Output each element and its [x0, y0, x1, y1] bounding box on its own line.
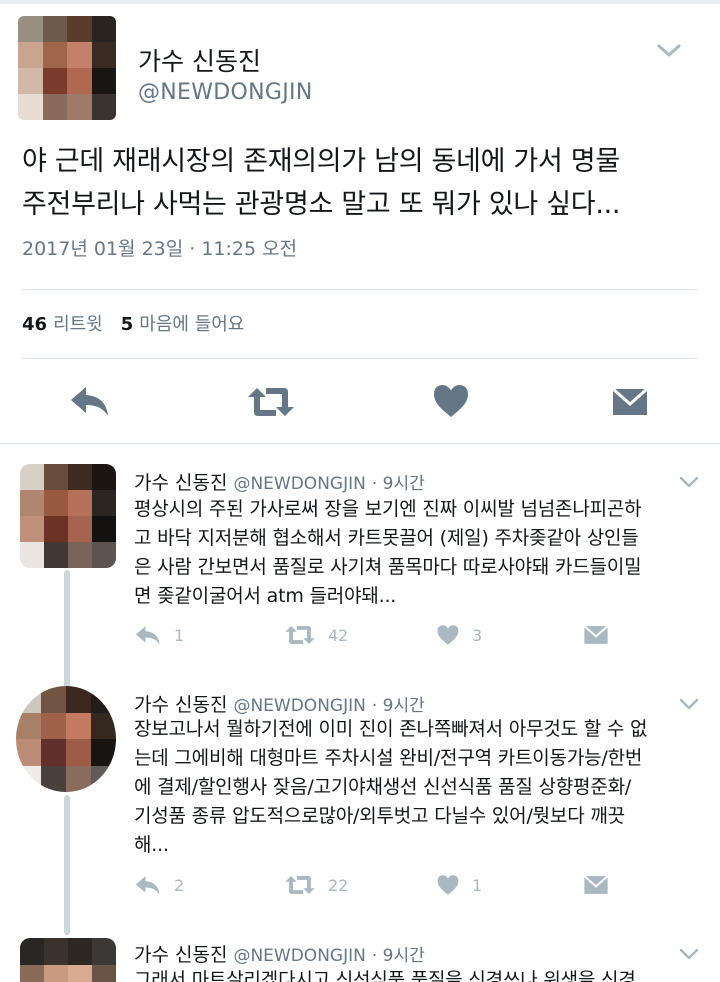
- reply-text: 평상시의 주된 가사로써 장을 보기엔 진짜 이씨발 넘넘존나피곤하 고 바닥 …: [134, 495, 704, 611]
- envelope-icon[interactable]: [583, 624, 609, 646]
- reply-author[interactable]: 가수 신동진 @NEWDONGJIN · 9시간: [134, 940, 425, 967]
- avatar[interactable]: [20, 464, 116, 568]
- like-label[interactable]: 마음에 들어요: [139, 314, 244, 335]
- reply-text: 장보고나서 뭘하기전에 이미 진이 존나쪽빠져서 아무것도 할 수 없 는데 그…: [134, 715, 704, 860]
- tweet-detail-view: 가수 신동진 @NEWDONGJIN 야 근데 재래시장의 존재의의가 남의 동…: [0, 0, 720, 982]
- divider: [0, 443, 720, 444]
- reply-count: 1: [174, 625, 185, 645]
- reply-text-line: 기성품 종류 압도적으로많아/외투벗고 다닐수 있어/뭣보다 깨끗: [134, 805, 625, 827]
- reply-text-line: 해...: [134, 834, 169, 856]
- like-count[interactable]: 5: [121, 314, 134, 335]
- author-name[interactable]: 가수 신동진: [134, 694, 227, 716]
- chevron-down-icon[interactable]: [678, 946, 700, 962]
- top-divider: [0, 0, 720, 4]
- avatar[interactable]: [18, 16, 116, 120]
- heart-icon[interactable]: [436, 874, 460, 896]
- retweet-count: 42: [328, 625, 349, 645]
- reply-text-line: 평상시의 주된 가사로써 장을 보기엔 진짜 이씨발 넘넘존나피곤하: [134, 498, 642, 520]
- retweet-label[interactable]: 리트윗: [53, 314, 103, 335]
- divider: [22, 289, 698, 290]
- retweet-icon[interactable]: [284, 624, 316, 646]
- author-name[interactable]: 가수 신동진: [134, 944, 227, 966]
- reply-author[interactable]: 가수 신동진 @NEWDONGJIN · 9시간: [134, 690, 425, 717]
- reply-action[interactable]: 1: [134, 624, 184, 646]
- reply-arrow-icon[interactable]: [134, 624, 162, 646]
- heart-icon[interactable]: [436, 624, 460, 646]
- like-action[interactable]: 3: [436, 624, 482, 646]
- reply-time: · 9시간: [371, 474, 425, 494]
- author-handle[interactable]: @NEWDONGJIN: [138, 80, 313, 105]
- chevron-down-icon[interactable]: [656, 40, 682, 60]
- like-count: 3: [472, 625, 483, 645]
- reply-count: 2: [174, 875, 185, 895]
- retweet-count[interactable]: 46: [22, 314, 47, 335]
- like-count: 1: [472, 875, 483, 895]
- author-handle[interactable]: @NEWDONGJIN: [233, 696, 365, 716]
- engagement-counts: 46 리트윗 5 마음에 들어요: [22, 310, 244, 336]
- tweet-text-line: 주전부리나 사먹는 관광명소 말고 또 뭐가 있나 싶다...: [22, 189, 621, 220]
- reply-text-line: 고 바닥 지저분해 협소해서 카트못끌어 (제일) 주차좆같아 상인들: [134, 527, 639, 549]
- tweet-timestamp: 2017년 01월 23일 · 11:25 오전: [22, 238, 298, 260]
- reply-text-line: 은 사람 간보면서 품질로 사기쳐 품목마다 따로사야돼 카드들이밀: [134, 556, 642, 578]
- reply-arrow-icon[interactable]: [134, 874, 162, 896]
- reply-time: · 9시간: [371, 946, 425, 966]
- avatar[interactable]: [20, 938, 116, 982]
- author-name[interactable]: 가수 신동진: [134, 472, 227, 494]
- thread-connector: [64, 570, 70, 695]
- tweet-text-line: 야 근데 재래시장의 존재의의가 남의 동네에 가서 명물: [22, 146, 620, 177]
- avatar[interactable]: [16, 686, 116, 792]
- reply-author[interactable]: 가수 신동진 @NEWDONGJIN · 9시간: [134, 468, 425, 495]
- reply-text-line: 장보고나서 뭘하기전에 이미 진이 존나쪽빠져서 아무것도 할 수 없: [134, 718, 648, 740]
- chevron-down-icon[interactable]: [678, 696, 700, 712]
- reply-arrow-icon[interactable]: [68, 384, 112, 418]
- reply-text-line: 그래서 마트살리겠다시고 신선식품 품질을 신경쓰나 위생을 신경: [134, 969, 636, 982]
- reply-text-line: 면 좆같이굴어서 atm 들러야돼...: [134, 585, 397, 607]
- like-action[interactable]: 1: [436, 874, 482, 896]
- retweet-count: 22: [328, 875, 349, 895]
- tweet-text: 야 근데 재래시장의 존재의의가 남의 동네에 가서 명물 주전부리나 사먹는 …: [22, 140, 712, 226]
- reply-text: 그래서 마트살리겠다시고 신선식품 품질을 신경쓰나 위생을 신경: [134, 966, 704, 982]
- retweet-action[interactable]: 22: [284, 874, 348, 896]
- author-handle[interactable]: @NEWDONGJIN: [233, 474, 365, 494]
- chevron-down-icon[interactable]: [678, 474, 700, 490]
- reply-action[interactable]: 2: [134, 874, 184, 896]
- reply-text-line: 에 결제/할인행사 잦음/고기야채생선 신선식품 품질 상향평준화/: [134, 776, 632, 798]
- thread-connector: [64, 795, 70, 935]
- envelope-icon[interactable]: [583, 874, 609, 896]
- heart-icon[interactable]: [432, 383, 470, 419]
- reply-text-line: 는데 그에비해 대형마트 주차시설 완비/전구역 카트이동가능/한번: [134, 747, 643, 769]
- envelope-icon[interactable]: [611, 386, 649, 418]
- retweet-action[interactable]: 42: [284, 624, 348, 646]
- retweet-icon[interactable]: [284, 874, 316, 896]
- reply-time: · 9시간: [371, 696, 425, 716]
- divider: [22, 358, 698, 359]
- author-handle[interactable]: @NEWDONGJIN: [233, 946, 365, 966]
- author-name[interactable]: 가수 신동진: [138, 42, 261, 78]
- retweet-icon[interactable]: [246, 386, 296, 418]
